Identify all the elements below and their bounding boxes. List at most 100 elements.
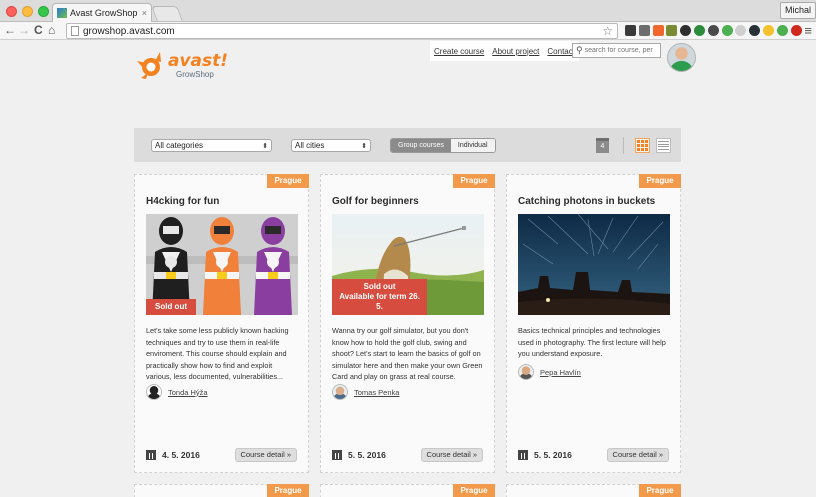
minimize-window-button[interactable] (22, 6, 33, 17)
address-bar[interactable]: growshop.avast.com ☆ (66, 23, 618, 39)
tab-individual[interactable]: Individual (450, 139, 495, 152)
category-select-value: All categories (155, 141, 204, 150)
browser-extension-icon[interactable] (763, 25, 774, 36)
city-badge: Prague (267, 174, 309, 188)
browser-extension-icon[interactable] (666, 25, 678, 36)
close-window-button[interactable] (6, 6, 17, 17)
page-icon (71, 26, 79, 36)
sold-out-text: Sold out (155, 302, 187, 311)
course-description: Basics technical principles and technolo… (518, 326, 666, 358)
nav-about-project[interactable]: About project (492, 47, 539, 56)
course-date-text: 4. 5. 2016 (162, 449, 200, 460)
course-title[interactable]: H4cking for fun (146, 196, 219, 207)
home-icon[interactable]: ⌂ (48, 23, 55, 38)
grid-view-icon[interactable] (635, 138, 650, 153)
site-header: avast! GrowShop Create course About proj… (0, 41, 816, 91)
bookmark-star-icon[interactable]: ☆ (602, 25, 613, 37)
teacher-name[interactable]: Tomas Penka (354, 388, 399, 397)
logo-subtitle: GrowShop (176, 70, 214, 79)
tab-group-courses[interactable]: Group courses (391, 139, 451, 152)
course-card[interactable]: Prague Golf for beginners Sold out Avail… (320, 174, 495, 473)
sold-out-text: Sold out (363, 282, 396, 291)
course-image[interactable]: Sold out (146, 214, 298, 315)
calendar-icon (332, 449, 342, 460)
browser-extension-icon[interactable] (749, 25, 761, 36)
city-select-value: All cities (295, 141, 325, 150)
course-card[interactable]: Prague (134, 484, 309, 497)
calendar-icon (518, 449, 528, 460)
course-card[interactable]: Prague H4cking for fun Sold out Let's ta… (134, 174, 309, 473)
browser-extension-icon[interactable] (638, 25, 650, 36)
course-title[interactable]: Catching photons in buckets (518, 196, 655, 207)
course-card[interactable]: Prague (506, 484, 681, 497)
top-navigation: Create course About project Contact (430, 41, 579, 61)
browser-extension-icon[interactable] (652, 25, 664, 36)
city-badge: Prague (453, 174, 495, 188)
teacher-avatar (146, 384, 162, 400)
browser-extension-icon[interactable] (694, 25, 705, 36)
course-detail-button[interactable]: Course detail » (420, 447, 483, 462)
nav-create-course[interactable]: Create course (434, 47, 484, 56)
browser-extension-icon[interactable] (776, 25, 788, 36)
course-detail-button[interactable]: Course detail » (234, 447, 297, 462)
search-box[interactable]: ⚲ (572, 43, 661, 58)
browser-extension-icon[interactable] (625, 25, 636, 36)
city-badge: Prague (639, 174, 681, 188)
nav-contact[interactable]: Contact (547, 47, 575, 56)
avast-growshop-logo[interactable]: avast! GrowShop (134, 49, 228, 83)
avast-favicon-icon (57, 8, 67, 18)
teacher[interactable]: Tonda Hýža (146, 384, 208, 400)
browser-menu-icon[interactable]: ≡ (804, 22, 812, 39)
reload-icon[interactable]: C (34, 23, 43, 38)
teacher-name[interactable]: Pepa Havlín (540, 368, 581, 377)
search-input[interactable] (584, 47, 657, 54)
back-arrow-icon[interactable]: ← (4, 23, 16, 38)
select-arrows-icon: ⬍ (361, 142, 367, 150)
sold-out-label: Sold out (146, 299, 196, 315)
browser-toolbar: ← → C ⌂ growshop.avast.com ☆ ≡ (0, 22, 816, 40)
search-icon: ⚲ (576, 45, 583, 55)
new-tab-button[interactable] (151, 6, 183, 21)
avast-logo-icon (137, 52, 161, 79)
tab-close-icon[interactable]: × (142, 8, 147, 18)
city-badge: Prague (267, 484, 309, 497)
course-card[interactable]: Prague (320, 484, 495, 497)
course-description: Let's take some less publicly known hack… (146, 326, 289, 381)
maximize-window-button[interactable] (38, 6, 49, 17)
teacher[interactable]: Pepa Havlín (518, 364, 581, 380)
course-detail-button[interactable]: Course detail » (606, 447, 669, 462)
teacher-name[interactable]: Tonda Hýža (168, 388, 208, 397)
browser-extension-icon[interactable] (721, 25, 733, 36)
course-title[interactable]: Golf for beginners (332, 196, 419, 207)
card-footer: 4. 5. 2016 Course detail » (146, 447, 297, 462)
user-avatar[interactable] (667, 43, 696, 72)
browser-extension-icon[interactable] (790, 25, 802, 36)
course-date: 5. 5. 2016 (518, 449, 572, 460)
availability-note: Available for term 26. 5. (339, 292, 420, 311)
course-card[interactable]: Prague Catching photons in buckets Basic… (506, 174, 681, 473)
address-url[interactable]: growshop.avast.com (83, 26, 598, 37)
toolbar-divider (623, 137, 624, 154)
browser-tab-active[interactable]: Avast GrowShop | Avast | G × (52, 3, 152, 22)
city-badge: Prague (639, 484, 681, 497)
course-date: 5. 5. 2016 (332, 449, 386, 460)
browser-extension-icon[interactable] (707, 25, 719, 36)
card-footer: 5. 5. 2016 Course detail » (332, 447, 483, 462)
city-select[interactable]: All cities ⬍ (291, 139, 371, 152)
course-image[interactable]: Sold out Available for term 26. 5. (332, 214, 484, 315)
browser-extension-icon[interactable] (680, 25, 692, 36)
course-image[interactable] (518, 214, 670, 315)
sold-out-label: Sold out Available for term 26. 5. (332, 279, 427, 315)
teacher-avatar (518, 364, 534, 380)
category-select[interactable]: All categories ⬍ (151, 139, 272, 152)
teacher[interactable]: Tomas Penka (332, 384, 399, 400)
list-view-icon[interactable] (656, 138, 671, 153)
course-date-text: 5. 5. 2016 (348, 449, 386, 460)
course-description: Wanna try our golf simulator, but you do… (332, 326, 483, 381)
forward-arrow-icon[interactable]: → (18, 23, 30, 38)
browser-profile-button[interactable]: Michal (779, 2, 816, 19)
calendar-view-icon[interactable]: 4 (596, 138, 609, 153)
filter-bar: All categories ⬍ All cities ⬍ Group cour… (134, 128, 681, 162)
tab-title: Avast GrowShop | Avast | G (70, 8, 139, 18)
browser-extension-icon[interactable] (735, 25, 747, 36)
